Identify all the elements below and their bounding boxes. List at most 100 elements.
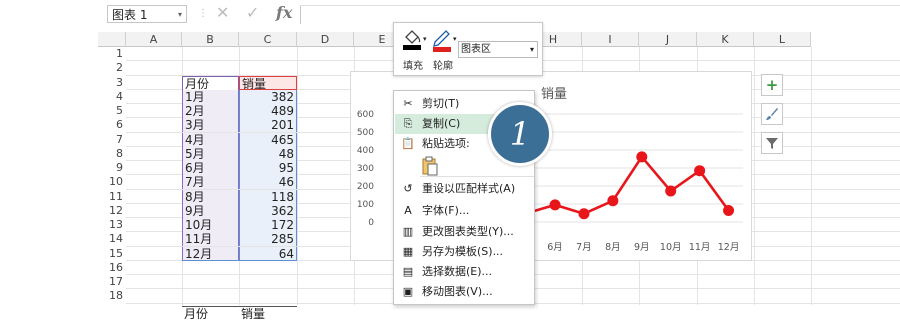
column-header-D[interactable]: D <box>297 32 354 47</box>
menu-select-data[interactable]: ▤ 选择数据(E)... <box>395 262 533 282</box>
x-tick-label: 10月 <box>660 242 682 253</box>
chart-element-select-value: 图表区 <box>461 44 491 55</box>
change-chart-type-icon: ▥ <box>402 225 414 238</box>
row-header-5[interactable]: 5 <box>98 104 126 118</box>
row-header-11[interactable]: 11 <box>98 190 126 204</box>
row-header-3[interactable]: 3 <box>98 76 126 90</box>
month-cell[interactable]: 1月 <box>182 89 239 104</box>
menu-font[interactable]: A 字体(F)... <box>395 201 533 221</box>
row-header-18[interactable]: 18 <box>98 289 126 303</box>
month-cell[interactable]: 8月 <box>182 189 239 204</box>
menu-reset-style[interactable]: ↺ 重设以匹配样式(A) <box>395 179 533 199</box>
sales-cell[interactable]: 118 <box>239 189 297 204</box>
table-header-sales[interactable]: 销量 <box>239 75 297 91</box>
fill-button[interactable] <box>402 27 424 53</box>
sales-cell[interactable]: 465 <box>239 132 297 147</box>
y-tick-label: 400 <box>357 146 374 156</box>
sales-cell[interactable]: 48 <box>239 146 297 161</box>
chart-styles-button[interactable] <box>761 103 783 125</box>
outline-button[interactable] <box>432 27 454 53</box>
row-header-12[interactable]: 12 <box>98 204 126 218</box>
row-header-14[interactable]: 14 <box>98 232 126 246</box>
chart-element-select[interactable]: 图表区 ▾ <box>458 41 538 58</box>
data-point <box>549 199 561 211</box>
y-tick-label: 300 <box>357 164 374 174</box>
column-header-J[interactable]: J <box>639 32 697 47</box>
column-header-L[interactable]: L <box>754 32 811 47</box>
menu-item-label: 粘贴选项: <box>422 137 470 150</box>
menu-separator <box>420 176 534 177</box>
sales-cell[interactable]: 489 <box>239 104 297 118</box>
month-cell[interactable]: 11月 <box>182 232 239 247</box>
data-point <box>636 151 648 163</box>
formula-bar-separator: ⋮ <box>198 8 208 19</box>
column-header-K[interactable]: K <box>697 32 754 47</box>
month-cell[interactable]: 10月 <box>182 218 239 232</box>
x-tick-label: 6月 <box>547 242 563 253</box>
cancel-icon[interactable]: ✕ <box>216 3 229 22</box>
month-cell[interactable]: 4月 <box>182 132 239 147</box>
column-header-C[interactable]: C <box>239 32 297 47</box>
month-cell[interactable]: 5月 <box>182 146 239 161</box>
row-header-17[interactable]: 17 <box>98 275 126 289</box>
month-cell[interactable]: 3月 <box>182 118 239 133</box>
row-header-1[interactable]: 1 <box>98 47 126 61</box>
menu-item-label: 另存为模板(S)... <box>422 245 504 258</box>
month-cell[interactable]: 6月 <box>182 161 239 175</box>
copy-icon: ⎘ <box>403 117 413 130</box>
paste-options-icon: 📋 <box>401 137 415 150</box>
column-header-A[interactable]: A <box>126 32 182 47</box>
row-header-10[interactable]: 10 <box>98 175 126 189</box>
name-box[interactable]: 图表 1 ▾ <box>107 5 187 23</box>
row-header-2[interactable]: 2 <box>98 61 126 75</box>
outline-label: 轮廓 <box>433 61 453 72</box>
menu-item-label: 剪切(T) <box>422 97 460 110</box>
menu-move-chart[interactable]: ▣ 移动图表(V)... <box>395 282 533 302</box>
column-header-I[interactable]: I <box>582 32 639 47</box>
month-header-cell-2[interactable]: 月份 <box>182 305 239 321</box>
add-chart-element-button[interactable]: + <box>761 74 783 96</box>
sales-cell[interactable]: 46 <box>239 175 297 190</box>
menu-change-chart-type[interactable]: ▥ 更改图表类型(Y)... <box>395 222 533 242</box>
menu-item-label: 更改图表类型(Y)... <box>422 225 514 238</box>
outline-dropdown-icon[interactable]: ▾ <box>453 35 457 43</box>
menu-save-template[interactable]: ▦ 另存为模板(S)... <box>395 242 533 262</box>
month-cell[interactable]: 2月 <box>182 104 239 118</box>
brush-icon <box>766 108 778 120</box>
row-header-4[interactable]: 4 <box>98 90 126 104</box>
column-header-B[interactable]: B <box>182 32 239 47</box>
row-header-9[interactable]: 9 <box>98 161 126 175</box>
sales-cell[interactable]: 201 <box>239 118 297 133</box>
data-point <box>607 195 619 207</box>
reset-style-icon: ↺ <box>403 182 413 195</box>
month-cell[interactable]: 9月 <box>182 203 239 218</box>
sales-cell[interactable]: 95 <box>239 161 297 175</box>
sales-cell[interactable]: 382 <box>239 89 297 104</box>
sales-cell[interactable]: 64 <box>239 246 297 261</box>
fill-dropdown-icon[interactable]: ▾ <box>423 35 427 43</box>
y-tick-label: 200 <box>357 182 374 192</box>
month-cell[interactable]: 12月 <box>182 246 239 261</box>
sales-cell[interactable]: 285 <box>239 232 297 247</box>
sales-header-cell-2[interactable]: 销量 <box>239 305 297 321</box>
row-header-6[interactable]: 6 <box>98 118 126 132</box>
row-header-16[interactable]: 16 <box>98 261 126 275</box>
month-cell[interactable]: 7月 <box>182 175 239 190</box>
table-header-month[interactable]: 月份 <box>182 75 239 91</box>
chart-filters-button[interactable] <box>761 132 783 154</box>
y-tick-label: 0 <box>368 218 374 228</box>
row-header-15[interactable]: 15 <box>98 247 126 261</box>
formula-input[interactable] <box>300 5 900 24</box>
fill-label: 填充 <box>403 61 423 72</box>
row-header-7[interactable]: 7 <box>98 133 126 147</box>
sales-cell[interactable]: 362 <box>239 203 297 218</box>
insert-function-icon[interactable]: fx <box>276 3 292 22</box>
select-all-corner[interactable] <box>98 32 126 47</box>
sales-cell[interactable]: 172 <box>239 218 297 232</box>
chevron-down-icon[interactable]: ▾ <box>178 6 182 24</box>
enter-icon[interactable]: ✓ <box>246 3 259 22</box>
x-tick-label: 7月 <box>576 242 592 253</box>
row-header-8[interactable]: 8 <box>98 147 126 161</box>
chevron-down-icon: ▾ <box>529 45 534 54</box>
row-header-13[interactable]: 13 <box>98 218 126 232</box>
